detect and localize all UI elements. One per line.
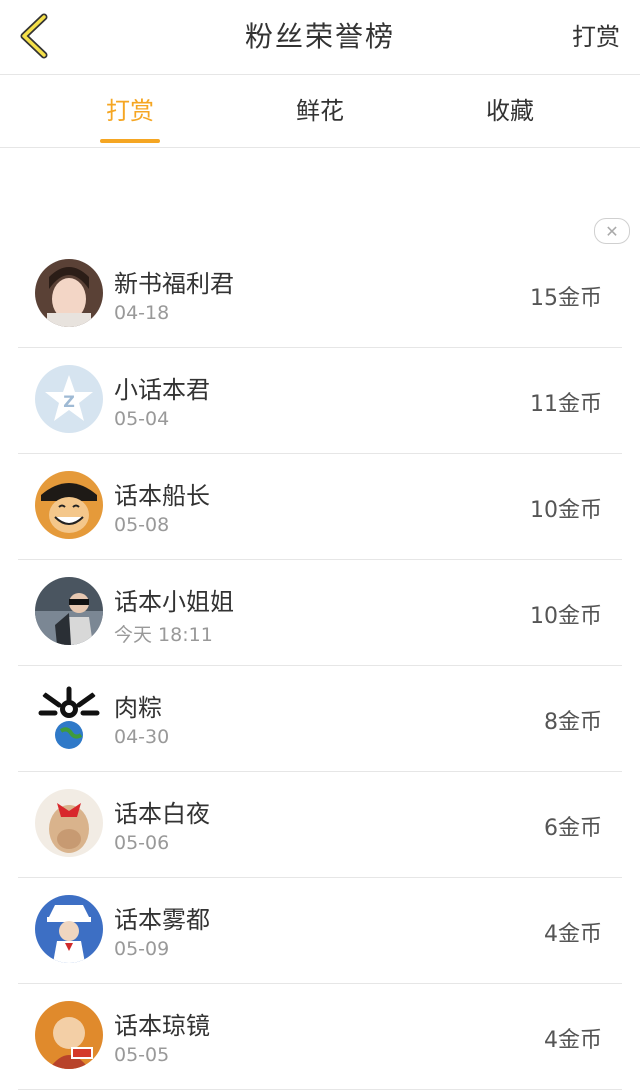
tip-date: 05-04 [114,408,170,430]
avatar [35,895,103,963]
avatar [35,471,103,539]
avatar [35,577,103,645]
avatar [35,683,103,751]
svg-text:Z: Z [63,392,75,411]
list-item[interactable]: 话本小姐姐 今天 18:11 10金币 [18,560,622,666]
active-tab-indicator [100,139,160,143]
tip-amount: 6金币 [544,816,602,841]
tip-date: 04-30 [114,726,170,748]
fan-name: 话本琼镜 [114,1012,210,1040]
fan-name: 话本雾都 [114,906,210,934]
tip-date: 今天 18:11 [114,624,213,646]
tip-date: 05-06 [114,832,170,854]
tab-label: 收藏 [486,97,534,125]
tab-bar: 打赏 鲜花 收藏 [0,75,640,148]
avatar [35,789,103,857]
tip-date: 05-08 [114,514,170,536]
avatar [35,259,103,327]
page-title: 粉丝荣誉榜 [244,20,395,53]
list-item[interactable]: Z 小话本君 05-04 11金币 [18,348,622,454]
tip-button[interactable]: 打赏 [572,0,620,74]
tip-date: 05-09 [114,938,170,960]
list-item[interactable]: 话本琼镜 05-05 4金币 [18,984,622,1090]
tip-amount: 4金币 [544,922,602,947]
fan-name: 小话本君 [114,376,210,404]
tip-date: 05-05 [114,1044,170,1066]
tip-amount: 10金币 [530,604,602,629]
list-item[interactable]: 话本船长 05-08 10金币 [18,454,622,560]
fan-name: 话本船长 [114,482,210,510]
avatar: Z [35,365,103,433]
tab-flowers[interactable]: 鲜花 [260,75,380,147]
avatar [35,1001,103,1069]
tab-tips[interactable]: 打赏 [70,75,190,147]
list-item[interactable]: 肉粽 04-30 8金币 [18,666,622,772]
tab-favorites[interactable]: 收藏 [450,75,570,147]
tab-label: 鲜花 [296,97,344,125]
tip-amount: 11金币 [530,392,602,417]
ranking-list: 新书福利君 04-18 15金币 Z 小话本君 05-04 11金币 话本船长 [18,242,622,1090]
fan-name: 肉粽 [114,694,162,722]
fan-name: 话本白夜 [114,800,210,828]
fan-name: 话本小姐姐 [114,588,234,616]
list-item[interactable]: 话本雾都 05-09 4金币 [18,878,622,984]
list-item[interactable]: 话本白夜 05-06 6金币 [18,772,622,878]
tip-date: 04-18 [114,302,170,324]
top-bar: 粉丝荣誉榜 打赏 [0,0,640,75]
tip-amount: 15金币 [530,286,602,311]
tab-label: 打赏 [106,97,154,125]
list-item[interactable]: 新书福利君 04-18 15金币 [18,242,622,348]
tip-amount: 8金币 [544,710,602,735]
fan-name: 新书福利君 [114,270,234,298]
tip-amount: 10金币 [530,498,602,523]
tip-amount: 4金币 [544,1028,602,1053]
close-icon[interactable]: ✕ [594,218,630,244]
